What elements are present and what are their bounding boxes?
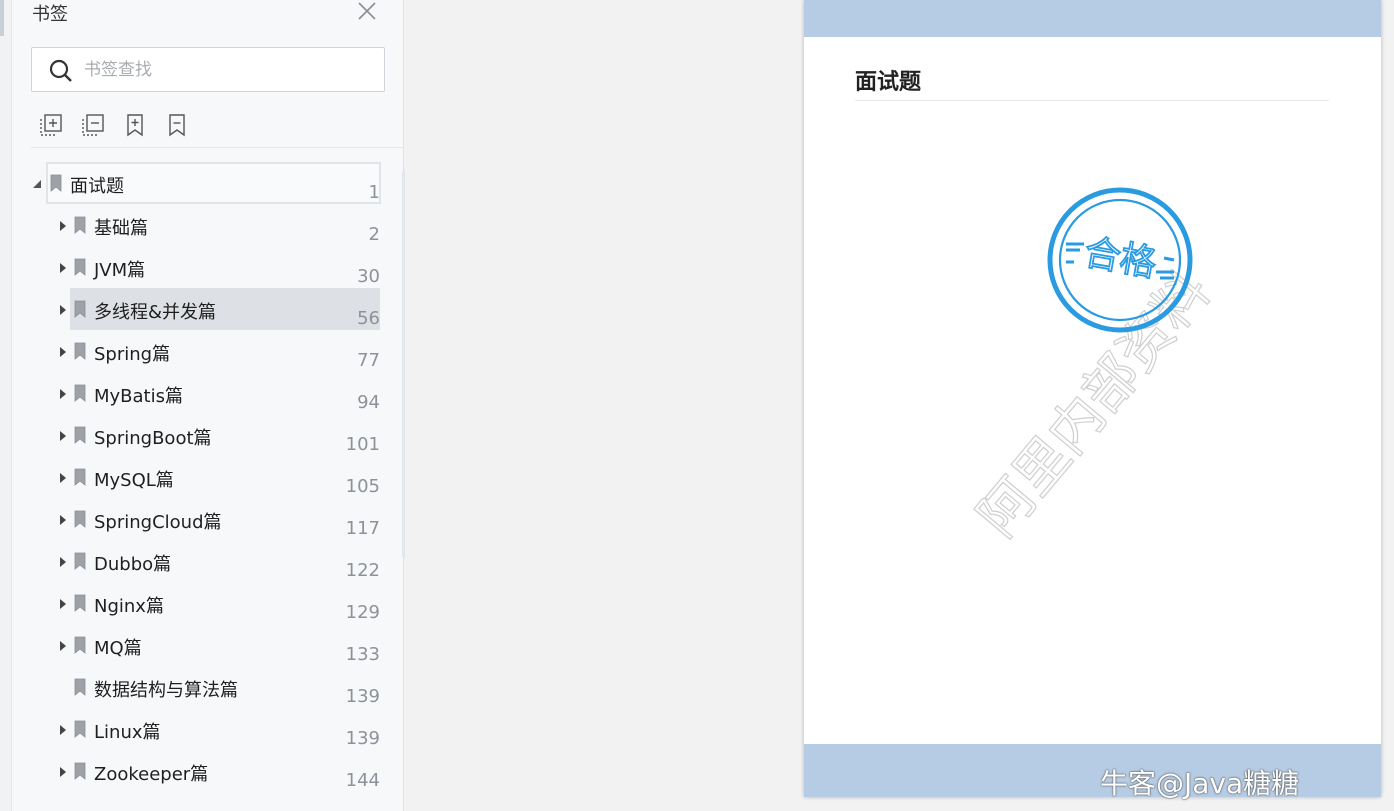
- left-strip-marker: [0, 0, 4, 36]
- document-viewer: 面试题 阿里内部资料 合格: [405, 0, 1394, 811]
- bookmark-page-number: 139: [345, 728, 380, 749]
- collapsed-arrow-icon[interactable]: [58, 260, 68, 274]
- collapsed-arrow-icon[interactable]: [58, 470, 68, 484]
- bookmark-icon: [74, 678, 86, 696]
- bookmark-icon: [74, 636, 86, 654]
- bookmark-icon[interactable]: [164, 112, 192, 140]
- approved-stamp: 合格: [1047, 187, 1193, 333]
- collapsed-arrow-icon[interactable]: [58, 554, 68, 568]
- panel-title: 书签: [32, 4, 68, 25]
- bookmark-label: MQ篇: [94, 638, 142, 659]
- document-page: 面试题 阿里内部资料 合格: [804, 0, 1381, 797]
- collapsed-arrow-icon[interactable]: [58, 638, 68, 652]
- search-icon: [49, 59, 72, 82]
- bookmark-item[interactable]: JVM篇 30: [12, 246, 392, 288]
- bookmark-page-number: 1: [368, 182, 380, 203]
- collapse-all-icon[interactable]: [80, 112, 108, 140]
- bookmark-icon: [74, 384, 86, 402]
- bookmark-icon: [74, 510, 86, 528]
- bookmark-item[interactable]: 基础篇 2: [12, 204, 392, 246]
- bookmark-item[interactable]: SpringBoot篇 101: [12, 414, 392, 456]
- bookmark-page-number: 2: [368, 224, 380, 245]
- bookmark-label: 多线程&并发篇: [94, 302, 217, 323]
- bookmark-page-number: 144: [345, 770, 380, 791]
- bookmark-page-number: 56: [357, 308, 380, 329]
- bookmark-item[interactable]: MySQL篇 105: [12, 456, 392, 498]
- bookmark-item[interactable]: MQ篇 133: [12, 624, 392, 666]
- bookmark-icon: [74, 720, 86, 738]
- bookmark-item[interactable]: SpringCloud篇 117: [12, 498, 392, 540]
- bookmark-icon: [74, 594, 86, 612]
- bookmark-item[interactable]: 数据结构与算法篇 139: [12, 666, 392, 708]
- close-icon[interactable]: [356, 0, 378, 22]
- bookmark-item[interactable]: MyBatis篇 94: [12, 372, 392, 414]
- add-bookmark-icon[interactable]: [122, 112, 150, 140]
- collapsed-arrow-icon[interactable]: [58, 344, 68, 358]
- bookmark-page-number: 77: [357, 350, 380, 371]
- bookmark-item[interactable]: Nginx篇 129: [12, 582, 392, 624]
- bookmark-label: 基础篇: [94, 218, 148, 239]
- left-strip: [0, 0, 12, 811]
- bookmark-icon: [74, 342, 86, 360]
- bookmarks-panel: 书签 面试题1基础篇2JVM篇30多线程&并发篇56Spring篇77MyBat…: [12, 0, 412, 811]
- bookmark-label: Linux篇: [94, 722, 161, 743]
- expanded-arrow-icon[interactable]: [32, 176, 42, 190]
- search-input[interactable]: [84, 56, 374, 84]
- collapsed-arrow-icon[interactable]: [58, 764, 68, 778]
- bookmark-item[interactable]: Zookeeper篇 144: [12, 750, 392, 792]
- toolbar-divider: [31, 147, 403, 148]
- bookmark-icon: [74, 762, 86, 780]
- bookmark-icon: [74, 426, 86, 444]
- collapsed-arrow-icon[interactable]: [58, 512, 68, 526]
- bookmark-label: Dubbo篇: [94, 554, 172, 575]
- bookmark-page-number: 94: [357, 392, 380, 413]
- bookmark-icon: [74, 258, 86, 276]
- bookmark-label: SpringBoot篇: [94, 428, 212, 449]
- bookmark-page-number: 129: [345, 602, 380, 623]
- collapsed-arrow-icon[interactable]: [58, 302, 68, 316]
- expand-all-icon[interactable]: [38, 112, 66, 140]
- bookmark-page-number: 101: [345, 434, 380, 455]
- bookmark-item[interactable]: Linux篇 139: [12, 708, 392, 750]
- collapsed-arrow-icon[interactable]: [58, 428, 68, 442]
- bookmark-page-number: 122: [345, 560, 380, 581]
- bookmark-icon: [74, 552, 86, 570]
- bookmark-page-number: 139: [345, 686, 380, 707]
- bookmark-label: SpringCloud篇: [94, 512, 222, 533]
- bookmark-label: MyBatis篇: [94, 386, 183, 407]
- bookmark-label: Nginx篇: [94, 596, 164, 617]
- bookmark-icon: [50, 174, 62, 192]
- bookmark-page-number: 30: [357, 266, 380, 287]
- collapsed-arrow-icon[interactable]: [58, 218, 68, 232]
- credit-overlay: 牛客@Java糖糖: [1100, 767, 1300, 800]
- page-header-band: [804, 0, 1381, 37]
- bookmark-page-number: 117: [345, 518, 380, 539]
- bookmark-item[interactable]: 面试题 1: [12, 162, 392, 204]
- bookmark-label: Spring篇: [94, 344, 171, 365]
- bookmark-icon: [74, 216, 86, 234]
- page-heading: 面试题: [855, 70, 922, 95]
- bookmark-search: [31, 47, 385, 92]
- stamp-text: 合格: [1081, 232, 1159, 285]
- collapsed-arrow-icon[interactable]: [58, 596, 68, 610]
- collapsed-arrow-icon[interactable]: [58, 722, 68, 736]
- bookmark-item[interactable]: Dubbo篇 122: [12, 540, 392, 582]
- bookmark-label: MySQL篇: [94, 470, 174, 491]
- bookmark-item[interactable]: 多线程&并发篇 56: [12, 288, 392, 330]
- bookmark-icon: [74, 468, 86, 486]
- bookmark-label: Zookeeper篇: [94, 764, 209, 785]
- bookmark-page-number: 105: [345, 476, 380, 497]
- bookmark-icon: [74, 300, 86, 318]
- bookmark-label: JVM篇: [94, 260, 146, 281]
- bookmark-page-number: 133: [345, 644, 380, 665]
- bookmark-label: 数据结构与算法篇: [94, 680, 238, 701]
- collapsed-arrow-icon[interactable]: [58, 386, 68, 400]
- bookmark-label: 面试题: [70, 176, 124, 197]
- heading-rule: [855, 100, 1329, 101]
- bookmark-item[interactable]: Spring篇 77: [12, 330, 392, 372]
